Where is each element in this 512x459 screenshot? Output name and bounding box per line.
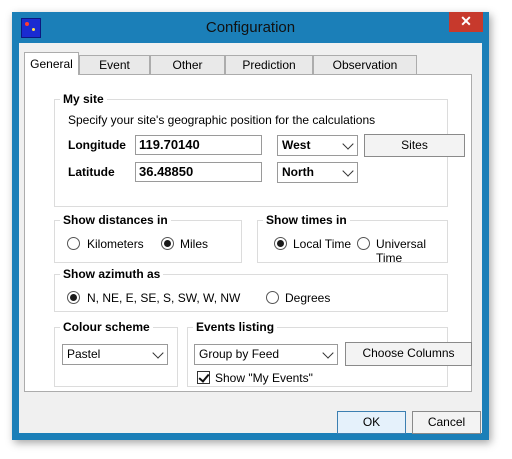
azimuth-title: Show azimuth as bbox=[60, 267, 164, 281]
chevron-down-icon bbox=[342, 138, 354, 150]
longitude-input[interactable]: 119.70140 bbox=[135, 135, 262, 155]
window-title: Configuration bbox=[205, 19, 296, 36]
grouping-value: Group by Feed bbox=[199, 347, 280, 361]
tab-event-filters[interactable]: Event filters bbox=[79, 55, 150, 91]
local-time-radio[interactable] bbox=[274, 237, 287, 250]
grouping-select[interactable]: Group by Feed bbox=[194, 344, 338, 365]
choose-columns-button[interactable]: Choose Columns bbox=[345, 342, 472, 366]
title-bar[interactable]: Configuration ✕ bbox=[12, 12, 489, 43]
kilometers-radio[interactable] bbox=[67, 237, 80, 250]
tab-observation-planner[interactable]: Observation planner bbox=[313, 55, 417, 91]
my-site-group: My site Specify your site's geographic p… bbox=[54, 92, 465, 207]
colour-scheme-value: Pastel bbox=[67, 347, 101, 361]
colour-scheme-select[interactable]: Pastel bbox=[62, 344, 168, 365]
show-my-events-label[interactable]: Show "My Events" bbox=[215, 371, 313, 385]
latitude-direction-value: North bbox=[282, 165, 314, 179]
colour-scheme-title: Colour scheme bbox=[60, 320, 153, 334]
miles-radio[interactable] bbox=[161, 237, 174, 250]
compass-points-radio[interactable] bbox=[67, 291, 80, 304]
longitude-label: Longitude bbox=[68, 138, 126, 152]
degrees-radio[interactable] bbox=[266, 291, 279, 304]
events-listing-title: Events listing bbox=[193, 320, 278, 334]
compass-points-label[interactable]: N, NE, E, SE, S, SW, W, NW bbox=[87, 291, 240, 305]
configuration-window: Configuration ✕ General Event filters Ot… bbox=[12, 12, 489, 440]
ok-button[interactable]: OK bbox=[337, 411, 406, 434]
universal-time-radio[interactable] bbox=[357, 237, 370, 250]
degrees-label[interactable]: Degrees bbox=[285, 291, 330, 305]
colour-scheme-group: Colour scheme Pastel bbox=[54, 320, 178, 387]
sites-button[interactable]: Sites bbox=[364, 134, 465, 157]
close-button[interactable]: ✕ bbox=[449, 12, 483, 32]
distances-title: Show distances in bbox=[60, 213, 171, 227]
show-my-events-checkbox[interactable] bbox=[197, 371, 210, 384]
my-site-description: Specify your site's geographic position … bbox=[68, 113, 376, 127]
tab-other-options[interactable]: Other options bbox=[150, 55, 225, 91]
latitude-direction-select[interactable]: North bbox=[277, 162, 358, 183]
tab-prediction-feeds[interactable]: Prediction feeds bbox=[225, 55, 313, 91]
distances-group: Show distances in Kilometers Miles bbox=[54, 213, 242, 263]
my-site-title: My site bbox=[60, 92, 107, 106]
local-time-label[interactable]: Local Time bbox=[293, 237, 351, 251]
miles-label[interactable]: Miles bbox=[180, 237, 208, 251]
universal-time-label[interactable]: Universal Time bbox=[376, 237, 447, 265]
kilometers-label[interactable]: Kilometers bbox=[87, 237, 144, 251]
latitude-label: Latitude bbox=[68, 165, 115, 179]
azimuth-group: Show azimuth as N, NE, E, SE, S, SW, W, … bbox=[54, 267, 448, 312]
cancel-button[interactable]: Cancel bbox=[412, 411, 481, 434]
longitude-direction-value: West bbox=[282, 138, 311, 152]
longitude-direction-select[interactable]: West bbox=[277, 135, 358, 156]
events-listing-group: Events listing Group by Feed Choose Colu… bbox=[187, 320, 472, 387]
chevron-down-icon bbox=[342, 165, 354, 177]
dialog-client: General Event filters Other options Pred… bbox=[19, 43, 482, 434]
general-panel: My site Specify your site's geographic p… bbox=[24, 74, 472, 392]
tab-general[interactable]: General bbox=[24, 52, 79, 75]
chevron-down-icon bbox=[152, 347, 164, 359]
chevron-down-icon bbox=[322, 347, 334, 359]
latitude-input[interactable]: 36.48850 bbox=[135, 162, 262, 182]
close-icon: ✕ bbox=[460, 13, 472, 29]
times-group: Show times in Local Time Universal Time bbox=[257, 213, 448, 265]
times-title: Show times in bbox=[263, 213, 350, 227]
